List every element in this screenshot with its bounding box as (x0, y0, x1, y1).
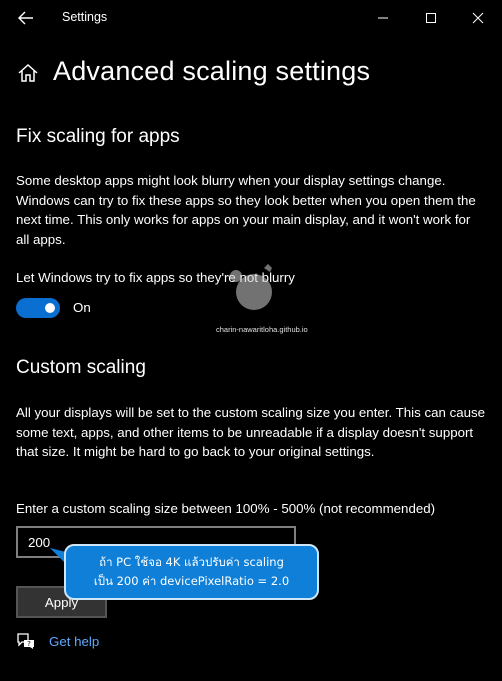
back-button[interactable] (14, 7, 38, 29)
help-chat-icon[interactable]: ? (16, 632, 36, 650)
svg-text:?: ? (27, 640, 31, 648)
callout-line-1: ถ้า PC ใช้จอ 4K แล้วปรับค่า scaling (99, 555, 284, 569)
minimize-button[interactable] (360, 0, 406, 35)
callout-line-2: เป็น 200 ค่า devicePixelRatio = 2.0 (93, 574, 290, 588)
close-icon (472, 12, 484, 23)
home-icon[interactable] (16, 61, 40, 85)
watermark-logo (226, 264, 272, 310)
scaling-input-label: Enter a custom scaling size between 100%… (16, 501, 436, 516)
maximize-icon (426, 12, 436, 23)
fix-apps-toggle[interactable] (16, 298, 60, 318)
toggle-knob (45, 303, 55, 313)
page-title: Advanced scaling settings (53, 56, 371, 86)
back-arrow-icon (18, 11, 33, 25)
close-button[interactable] (455, 0, 501, 35)
fix-scaling-heading: Fix scaling for apps (16, 126, 180, 147)
window-title: Settings (62, 10, 108, 24)
maximize-button[interactable] (408, 0, 454, 35)
title-bar: Settings (0, 0, 502, 35)
watermark-text: charin-nawaritloha.github.io (216, 325, 308, 334)
fix-scaling-description: Some desktop apps might look blurry when… (16, 173, 476, 247)
custom-scaling-description: All your displays will be set to the cus… (16, 405, 486, 459)
get-help-link[interactable]: Get help (49, 634, 99, 649)
annotation-callout: ถ้า PC ใช้จอ 4K แล้วปรับค่า scaling เป็น… (64, 544, 319, 600)
toggle-state-label: On (73, 300, 91, 315)
minimize-icon (378, 17, 388, 18)
custom-scaling-heading: Custom scaling (16, 357, 146, 378)
